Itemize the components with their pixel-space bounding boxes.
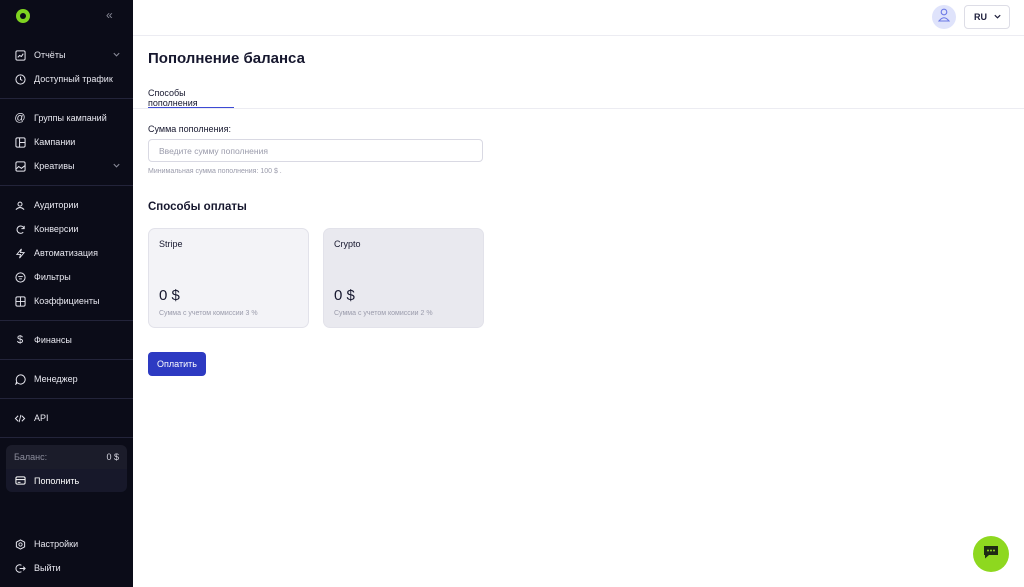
grid-icon xyxy=(14,295,26,307)
clock-icon xyxy=(14,73,26,85)
user-avatar[interactable] xyxy=(932,5,956,29)
chevron-down-icon xyxy=(112,161,121,172)
divider xyxy=(0,320,133,321)
chart-icon xyxy=(14,49,26,61)
image-icon xyxy=(14,160,26,172)
method-fee: Сумма с учетом комиссии 3 % xyxy=(159,310,258,317)
tabs-divider xyxy=(133,108,1024,109)
wallet-icon xyxy=(14,475,26,487)
code-icon xyxy=(14,412,26,424)
sidebar-item-label: Фильтры xyxy=(34,272,71,282)
language-value: RU xyxy=(974,12,987,22)
chevron-down-icon xyxy=(112,50,121,61)
amount-label: Сумма пополнения: xyxy=(148,124,231,134)
chat-bubble-icon xyxy=(982,543,1000,566)
divider xyxy=(0,359,133,360)
sidebar-item-label: Менеджер xyxy=(34,374,78,384)
sidebar-item-label: Коэффициенты xyxy=(34,296,100,306)
balance-display: Баланс: 0 $ xyxy=(6,445,127,469)
sidebar-item-logout[interactable]: Выйти xyxy=(6,557,127,579)
logout-icon xyxy=(14,562,26,574)
sidebar-item-audiences[interactable]: Аудитории xyxy=(6,194,127,216)
sidebar-item-label: Финансы xyxy=(34,335,72,345)
refresh-icon xyxy=(14,223,26,235)
sidebar-item-topup[interactable]: Пополнить xyxy=(6,469,127,492)
sidebar-item-reports[interactable]: Отчёты xyxy=(6,44,127,66)
divider xyxy=(0,398,133,399)
chat-icon xyxy=(14,373,26,385)
chevron-down-icon xyxy=(987,12,1002,23)
sidebar-item-finance[interactable]: $ Финансы xyxy=(6,329,127,351)
page-title: Пополнение баланса xyxy=(148,50,305,67)
sidebar-item-coefficients[interactable]: Коэффициенты xyxy=(6,290,127,312)
sidebar-item-label: Настройки xyxy=(34,539,79,549)
sidebar-item-manager[interactable]: Менеджер xyxy=(6,368,127,390)
sidebar-item-label: Пополнить xyxy=(34,475,80,486)
payment-method-crypto[interactable]: Crypto 0 $ Сумма с учетом комиссии 2 % xyxy=(323,228,484,328)
method-amount: 0 $ xyxy=(159,287,180,304)
sidebar-item-label: Выйти xyxy=(34,563,61,573)
method-fee: Сумма с учетом комиссии 2 % xyxy=(334,310,433,317)
sidebar-item-api[interactable]: API xyxy=(6,407,127,429)
sidebar-item-filters[interactable]: Фильтры xyxy=(6,266,127,288)
sidebar-item-label: API xyxy=(34,413,49,423)
sidebar-item-traffic[interactable]: Доступный трафик xyxy=(6,68,127,90)
amount-input[interactable] xyxy=(148,139,483,162)
language-select[interactable]: RU xyxy=(964,5,1010,29)
sidebar-item-label: Креативы xyxy=(34,161,75,171)
at-icon: @ xyxy=(14,112,26,124)
sidebar-item-automation[interactable]: Автоматизация xyxy=(6,242,127,264)
bolt-icon xyxy=(14,247,26,259)
logo[interactable] xyxy=(16,9,30,23)
sidebar-item-label: Группы кампаний xyxy=(34,113,107,123)
method-name: Crypto xyxy=(334,239,361,249)
method-amount: 0 $ xyxy=(334,287,355,304)
sidebar-item-label: Отчёты xyxy=(34,50,66,60)
sidebar-item-creatives[interactable]: Креативы xyxy=(6,155,127,177)
balance-label: Баланс: xyxy=(14,452,48,462)
user-icon xyxy=(937,8,951,27)
sidebar-item-settings[interactable]: Настройки xyxy=(6,533,127,555)
divider xyxy=(0,437,133,438)
dollar-icon: $ xyxy=(16,334,24,346)
balance-value: 0 $ xyxy=(106,452,119,462)
divider xyxy=(0,98,133,99)
divider xyxy=(0,185,133,186)
sidebar-item-campaign-groups[interactable]: @ Группы кампаний xyxy=(6,107,127,129)
top-header: RU xyxy=(133,0,1024,36)
support-chat-button[interactable] xyxy=(973,536,1009,572)
payment-method-stripe[interactable]: Stripe 0 $ Сумма с учетом комиссии 3 % xyxy=(148,228,309,328)
sidebar-item-label: Кампании xyxy=(34,137,76,147)
filter-icon xyxy=(14,271,26,283)
sidebar-item-conversions[interactable]: Конверсии xyxy=(6,218,127,240)
pay-button[interactable]: Оплатить xyxy=(148,352,206,376)
tab-topup-methods[interactable]: Способы пополнения xyxy=(148,82,234,109)
sidebar-item-label: Аудитории xyxy=(34,200,79,210)
sidebar-item-label: Конверсии xyxy=(34,224,79,234)
sidebar-item-campaigns[interactable]: Кампании xyxy=(6,131,127,153)
min-amount-hint: Минимальная сумма пополнения: 100 $ . xyxy=(148,168,282,175)
sidebar-item-label: Доступный трафик xyxy=(34,74,113,84)
layout-icon xyxy=(14,136,26,148)
payment-methods-title: Способы оплаты xyxy=(148,201,247,213)
double-chevron-left-icon[interactable]: « xyxy=(106,8,113,22)
audience-icon xyxy=(14,199,26,211)
settings-icon xyxy=(14,538,26,550)
sidebar: « Отчёты Доступный трафик @ Группы кампа… xyxy=(0,0,133,587)
sidebar-item-label: Автоматизация xyxy=(34,248,98,258)
method-name: Stripe xyxy=(159,239,183,249)
